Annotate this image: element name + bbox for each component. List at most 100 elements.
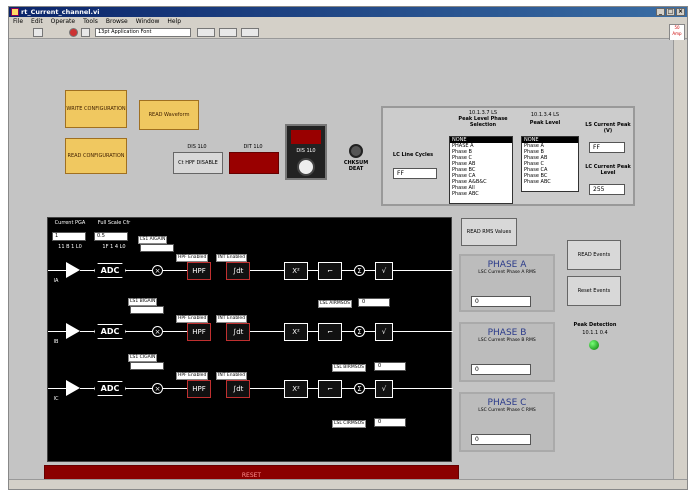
menu-tools[interactable]: Tools (83, 17, 98, 26)
peak-detect-led (589, 340, 599, 350)
integrator-block-c: ∫dt (226, 380, 250, 398)
integrator-block-a: ∫dt (226, 262, 250, 280)
rms-offset-label-b: LSL BIRMSOS (332, 364, 366, 372)
hpf-enabled-label-b: HPF Enabled (176, 315, 209, 323)
distribute-icon[interactable] (219, 28, 237, 37)
wire (308, 331, 318, 332)
lpf-block-b: ⌐ (318, 323, 342, 341)
peak-settings-group: LC Line Cycles FF 10.1.3.7 LS Peak Level… (381, 106, 635, 206)
read-waveform-button[interactable]: READ Waveform (139, 100, 199, 130)
int-enabled-label-b: INT Enabled (216, 315, 248, 323)
wire (250, 331, 284, 332)
wire (250, 388, 284, 389)
close-button[interactable]: × (676, 8, 685, 16)
current-peak-level-label: LC Current Peak Level (585, 164, 631, 176)
hpf-disable-button[interactable]: Ct HPF DISABLE (173, 152, 223, 174)
peak-phase-listbox[interactable]: NONE PHASE A Phase B Phase C Phase AB Ph… (449, 136, 513, 204)
abort-icon[interactable] (69, 28, 78, 37)
vertical-scrollbar[interactable] (673, 40, 687, 480)
full-scale-label: Full Scale Cfr (97, 220, 131, 226)
rms-offset-input-a[interactable]: 0 (358, 298, 390, 307)
app-icon (11, 8, 19, 16)
menu-operate[interactable]: Operate (51, 17, 75, 26)
pause-icon[interactable] (81, 28, 90, 37)
gain-label-c: LS1 CIGAIN (128, 354, 158, 362)
gain-input-a[interactable] (140, 244, 174, 252)
write-configuration-button[interactable]: WRITE CONFIGURATION (65, 90, 127, 128)
switch-top-indicator (291, 130, 321, 144)
wire (80, 331, 94, 332)
read-events-button[interactable]: READ Events (567, 240, 621, 270)
menu-bar: File Edit Operate Tools Browse Window He… (9, 17, 687, 26)
list-item[interactable]: Phase ABC (450, 191, 512, 197)
switch-panel: DIS 1L0 (285, 124, 327, 180)
wire (365, 270, 375, 271)
menu-file[interactable]: File (13, 17, 23, 26)
align-icon[interactable] (197, 28, 215, 37)
phase-b-title: PHASE B (487, 328, 527, 338)
wire (342, 388, 354, 389)
menu-help[interactable]: Help (167, 17, 181, 26)
multiplier-icon: × (152, 326, 163, 337)
menu-edit[interactable]: Edit (31, 17, 43, 26)
wire (393, 331, 453, 332)
maximize-button[interactable]: □ (666, 8, 675, 16)
phase-b-rms-value: 0 (471, 364, 531, 375)
list-item[interactable]: Phase ABC (522, 179, 578, 185)
adc-block-b: ADC (94, 324, 126, 339)
minimize-button[interactable]: _ (656, 8, 665, 16)
full-scale-register: 1F 1 4 L0 (102, 244, 126, 250)
phase-c-sub: LSC Current Phase C RMS (478, 408, 536, 413)
channel-a-label: IA (53, 278, 59, 284)
wire (365, 331, 375, 332)
sum-icon-b: Σ (354, 326, 365, 337)
menu-browse[interactable]: Browse (106, 17, 128, 26)
hpf-block-b: HPF (187, 323, 211, 341)
square-block-b: X² (284, 323, 308, 341)
horizontal-scrollbar[interactable] (9, 479, 687, 489)
wire (250, 270, 284, 271)
wire (126, 270, 152, 271)
font-select[interactable]: 13pt Application Font (95, 28, 191, 37)
hpf-block-c: HPF (187, 380, 211, 398)
gain-label-b: LS1 BIGAIN (128, 298, 158, 306)
gain-input-c[interactable] (130, 362, 164, 370)
square-block-a: X² (284, 262, 308, 280)
current-peak-value: FF (589, 142, 625, 153)
wire (126, 388, 152, 389)
phase-a-group: PHASE A LSC Current Phase A RMS 0 (459, 254, 555, 312)
read-configuration-button[interactable]: READ CONFIGURATION (65, 138, 127, 174)
reset-events-button[interactable]: Reset Events (567, 276, 621, 306)
menu-window[interactable]: Window (136, 17, 160, 26)
peak-level-listbox[interactable]: NONE Phase A Phase B Phase AB Phase C Ph… (521, 136, 579, 192)
toolbar: 13pt Application Font (9, 26, 687, 39)
full-scale-select[interactable]: 0.5 (94, 232, 128, 241)
input-amplifier-icon (66, 323, 80, 339)
chksum-label: CHKSUM DEAT (343, 160, 369, 172)
chksum-led (349, 144, 363, 158)
wire (308, 270, 318, 271)
rotary-knob[interactable] (297, 158, 315, 176)
lpf-block-c: ⌐ (318, 380, 342, 398)
wire (163, 388, 187, 389)
current-pga-select[interactable]: 1 (52, 232, 86, 241)
reorder-icon[interactable] (241, 28, 259, 37)
peak-level-addr: 10.1.3.4 LS (530, 112, 560, 118)
square-block-c: X² (284, 380, 308, 398)
wire (393, 388, 453, 389)
int-enabled-label-a: INT Enabled (216, 254, 248, 262)
input-amplifier-icon (66, 262, 80, 278)
read-rms-button[interactable]: READ RMS Values (461, 218, 517, 246)
rms-offset-input-c[interactable]: 0 (374, 418, 406, 427)
channel-b-label: IB (53, 339, 59, 345)
signal-path-diagram: Current PGA 1 11 B 1 L0 Full Scale Cfr 0… (47, 217, 453, 462)
wire (308, 388, 318, 389)
line-cycles-input[interactable]: FF (393, 168, 437, 179)
run-arrow-icon[interactable] (33, 28, 43, 37)
gain-input-b[interactable] (130, 306, 164, 314)
line-cycles-label: LC Line Cycles (392, 152, 434, 158)
multiplier-icon: × (152, 383, 163, 394)
peak-detect-addr: 10.1.1 0.4 (582, 330, 608, 336)
current-peak-label: LS Current Peak (V) (585, 122, 631, 134)
rms-offset-input-b[interactable]: 0 (374, 362, 406, 371)
